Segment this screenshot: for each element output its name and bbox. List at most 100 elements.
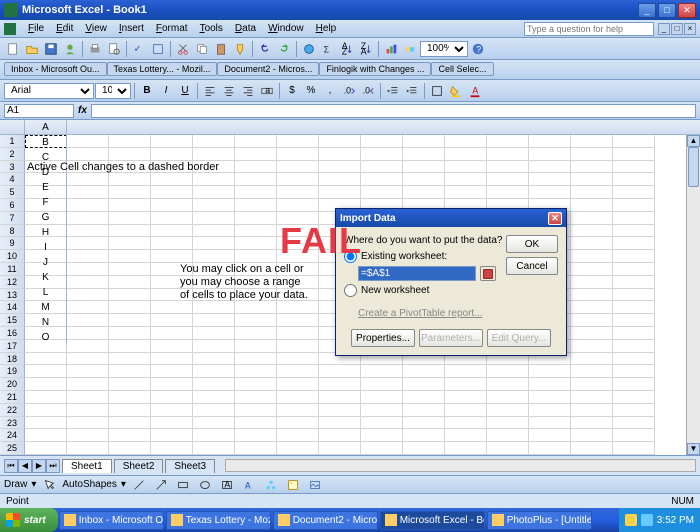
cell[interactable] [235, 212, 277, 225]
tab-nav-last[interactable]: ⏭ [46, 459, 60, 473]
cell[interactable] [151, 173, 193, 186]
cell[interactable] [403, 173, 445, 186]
cell[interactable] [571, 212, 613, 225]
cell[interactable] [403, 378, 445, 391]
diagram-icon[interactable] [262, 476, 280, 494]
column-header-K[interactable]: K [25, 270, 67, 285]
cell[interactable] [403, 135, 445, 148]
cell[interactable] [571, 365, 613, 378]
cell[interactable] [67, 148, 109, 161]
cell[interactable] [361, 135, 403, 148]
cell[interactable] [109, 237, 151, 250]
cell[interactable] [361, 148, 403, 161]
column-header-F[interactable]: F [25, 195, 67, 210]
cell[interactable] [109, 173, 151, 186]
cell[interactable] [193, 327, 235, 340]
cell[interactable] [67, 391, 109, 404]
window-task[interactable]: Cell Selec... [431, 62, 493, 76]
font-color-button[interactable]: A [466, 82, 484, 100]
oval-icon[interactable] [196, 476, 214, 494]
cell[interactable] [235, 442, 277, 455]
cell[interactable] [235, 327, 277, 340]
tab-nav-next[interactable]: ▶ [32, 459, 46, 473]
taskbar-item[interactable]: PhotoPlus - [Untitled... [487, 511, 592, 530]
cell[interactable] [529, 391, 571, 404]
cell[interactable] [487, 404, 529, 417]
cell[interactable] [235, 353, 277, 366]
cell[interactable] [277, 301, 319, 314]
draw-menu[interactable]: Draw [4, 479, 27, 490]
cell[interactable] [193, 186, 235, 199]
row-header-16[interactable]: 16 [0, 327, 25, 340]
cell[interactable] [613, 378, 655, 391]
existing-worksheet-radio[interactable] [344, 250, 357, 263]
cell[interactable] [193, 173, 235, 186]
picture-icon[interactable] [306, 476, 324, 494]
cell[interactable] [235, 340, 277, 353]
cell[interactable] [277, 199, 319, 212]
cell[interactable] [193, 417, 235, 430]
cell[interactable] [277, 250, 319, 263]
line-icon[interactable] [130, 476, 148, 494]
cell[interactable] [445, 404, 487, 417]
cell[interactable] [235, 237, 277, 250]
cell[interactable] [613, 429, 655, 442]
cell[interactable] [235, 161, 277, 174]
cell[interactable] [571, 289, 613, 302]
menu-help[interactable]: Help [310, 21, 343, 36]
select-objects-icon[interactable] [40, 476, 58, 494]
cell[interactable] [109, 340, 151, 353]
cell[interactable] [151, 225, 193, 238]
cell[interactable] [571, 314, 613, 327]
cell[interactable] [277, 327, 319, 340]
row-header-24[interactable]: 24 [0, 429, 25, 442]
row-header-23[interactable]: 23 [0, 417, 25, 430]
cell[interactable] [571, 404, 613, 417]
window-task[interactable]: Finlogik with Changes ... [319, 62, 431, 76]
cell[interactable] [571, 263, 613, 276]
fill-color-button[interactable] [447, 82, 465, 100]
vertical-scrollbar[interactable]: ▲ ▼ [686, 135, 700, 455]
cell[interactable] [571, 353, 613, 366]
cell[interactable] [151, 199, 193, 212]
system-tray[interactable]: 3:52 PM [619, 508, 700, 532]
cell[interactable] [109, 314, 151, 327]
cell[interactable] [25, 378, 67, 391]
cell[interactable] [193, 391, 235, 404]
cell[interactable] [151, 186, 193, 199]
align-left-button[interactable] [201, 82, 219, 100]
range-input[interactable] [358, 266, 476, 281]
dialog-close-button[interactable]: ✕ [548, 212, 562, 225]
window-task[interactable]: Document2 - Micros... [217, 62, 319, 76]
column-header-B[interactable]: B [25, 135, 67, 150]
cell[interactable] [25, 365, 67, 378]
row-header-2[interactable]: 2 [0, 148, 25, 161]
cell[interactable] [25, 417, 67, 430]
cell[interactable] [193, 378, 235, 391]
new-button[interactable] [4, 40, 22, 58]
cell[interactable] [235, 135, 277, 148]
name-box[interactable] [4, 104, 74, 118]
pivot-link[interactable]: Create a PivotTable report... [358, 308, 558, 319]
column-header-H[interactable]: H [25, 225, 67, 240]
cell[interactable] [319, 442, 361, 455]
taskbar-item[interactable]: Inbox - Microsoft Ou... [59, 511, 164, 530]
cell[interactable] [571, 199, 613, 212]
cell[interactable] [403, 186, 445, 199]
menu-view[interactable]: View [79, 21, 113, 36]
menu-window[interactable]: Window [262, 21, 310, 36]
cell[interactable] [529, 404, 571, 417]
cell[interactable] [151, 353, 193, 366]
cell[interactable] [403, 417, 445, 430]
cell[interactable] [109, 301, 151, 314]
sheet-tab-sheet1[interactable]: Sheet1 [62, 459, 112, 473]
sheet-tab-sheet2[interactable]: Sheet2 [114, 459, 164, 473]
scroll-up-icon[interactable]: ▲ [687, 135, 700, 147]
cell[interactable] [613, 365, 655, 378]
cell[interactable] [193, 429, 235, 442]
cell[interactable] [109, 263, 151, 276]
cell[interactable] [235, 314, 277, 327]
cell[interactable] [109, 276, 151, 289]
cell[interactable] [235, 404, 277, 417]
cell[interactable] [67, 327, 109, 340]
